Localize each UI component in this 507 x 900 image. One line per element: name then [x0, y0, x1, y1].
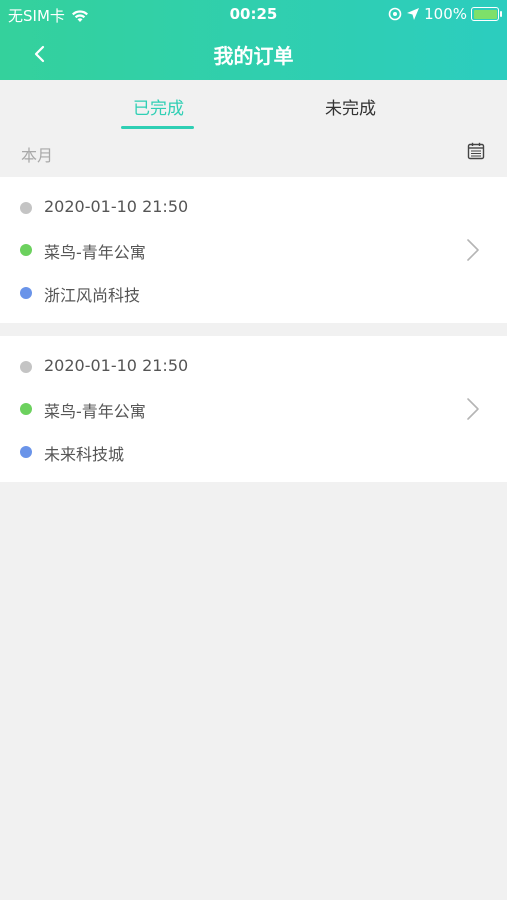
origin-dot-icon [20, 403, 32, 415]
order-card[interactable]: 2020-01-10 21:50 菜鸟-青年公寓 未来科技城 [0, 336, 507, 482]
order-card[interactable]: 2020-01-10 21:50 菜鸟-青年公寓 浙江风尚科技 [0, 177, 507, 323]
origin-dot-icon [20, 244, 32, 256]
header: 无SIM卡 00:25 100% 我的订单 [0, 0, 507, 80]
tab-incomplete[interactable]: 未完成 [325, 94, 376, 119]
order-time: 2020-01-10 21:50 [44, 356, 189, 375]
order-time-row: 2020-01-10 21:50 [0, 193, 507, 223]
month-filter-row: 本月 [0, 130, 507, 176]
order-to-row: 浙江风尚科技 [0, 278, 507, 308]
order-origin: 菜鸟-青年公寓 [44, 243, 146, 262]
calendar-icon[interactable] [467, 142, 485, 160]
battery-icon [471, 7, 502, 21]
destination-dot-icon [20, 446, 32, 458]
chevron-right-icon [467, 239, 479, 261]
order-time: 2020-01-10 21:50 [44, 197, 189, 216]
order-origin: 菜鸟-青年公寓 [44, 402, 146, 421]
orientation-lock-icon [388, 7, 402, 21]
tab-completed[interactable]: 已完成 [133, 94, 184, 119]
time-dot-icon [20, 361, 32, 373]
destination-dot-icon [20, 287, 32, 299]
time-dot-icon [20, 202, 32, 214]
navbar: 我的订单 [0, 28, 507, 80]
location-icon [407, 8, 420, 20]
page-title: 我的订单 [213, 44, 294, 68]
active-tab-indicator [121, 126, 194, 129]
order-time-row: 2020-01-10 21:50 [0, 352, 507, 382]
order-from-row: 菜鸟-青年公寓 [0, 235, 507, 265]
chevron-right-icon [467, 398, 479, 420]
order-to-row: 未来科技城 [0, 437, 507, 467]
order-destination: 未来科技城 [44, 445, 125, 464]
battery-percent: 100% [424, 5, 467, 23]
status-bar: 无SIM卡 00:25 100% [0, 0, 507, 28]
order-from-row: 菜鸟-青年公寓 [0, 394, 507, 424]
month-label: 本月 [21, 146, 54, 165]
tab-bar: 已完成 未完成 [0, 80, 507, 130]
order-destination: 浙江风尚科技 [44, 286, 141, 305]
